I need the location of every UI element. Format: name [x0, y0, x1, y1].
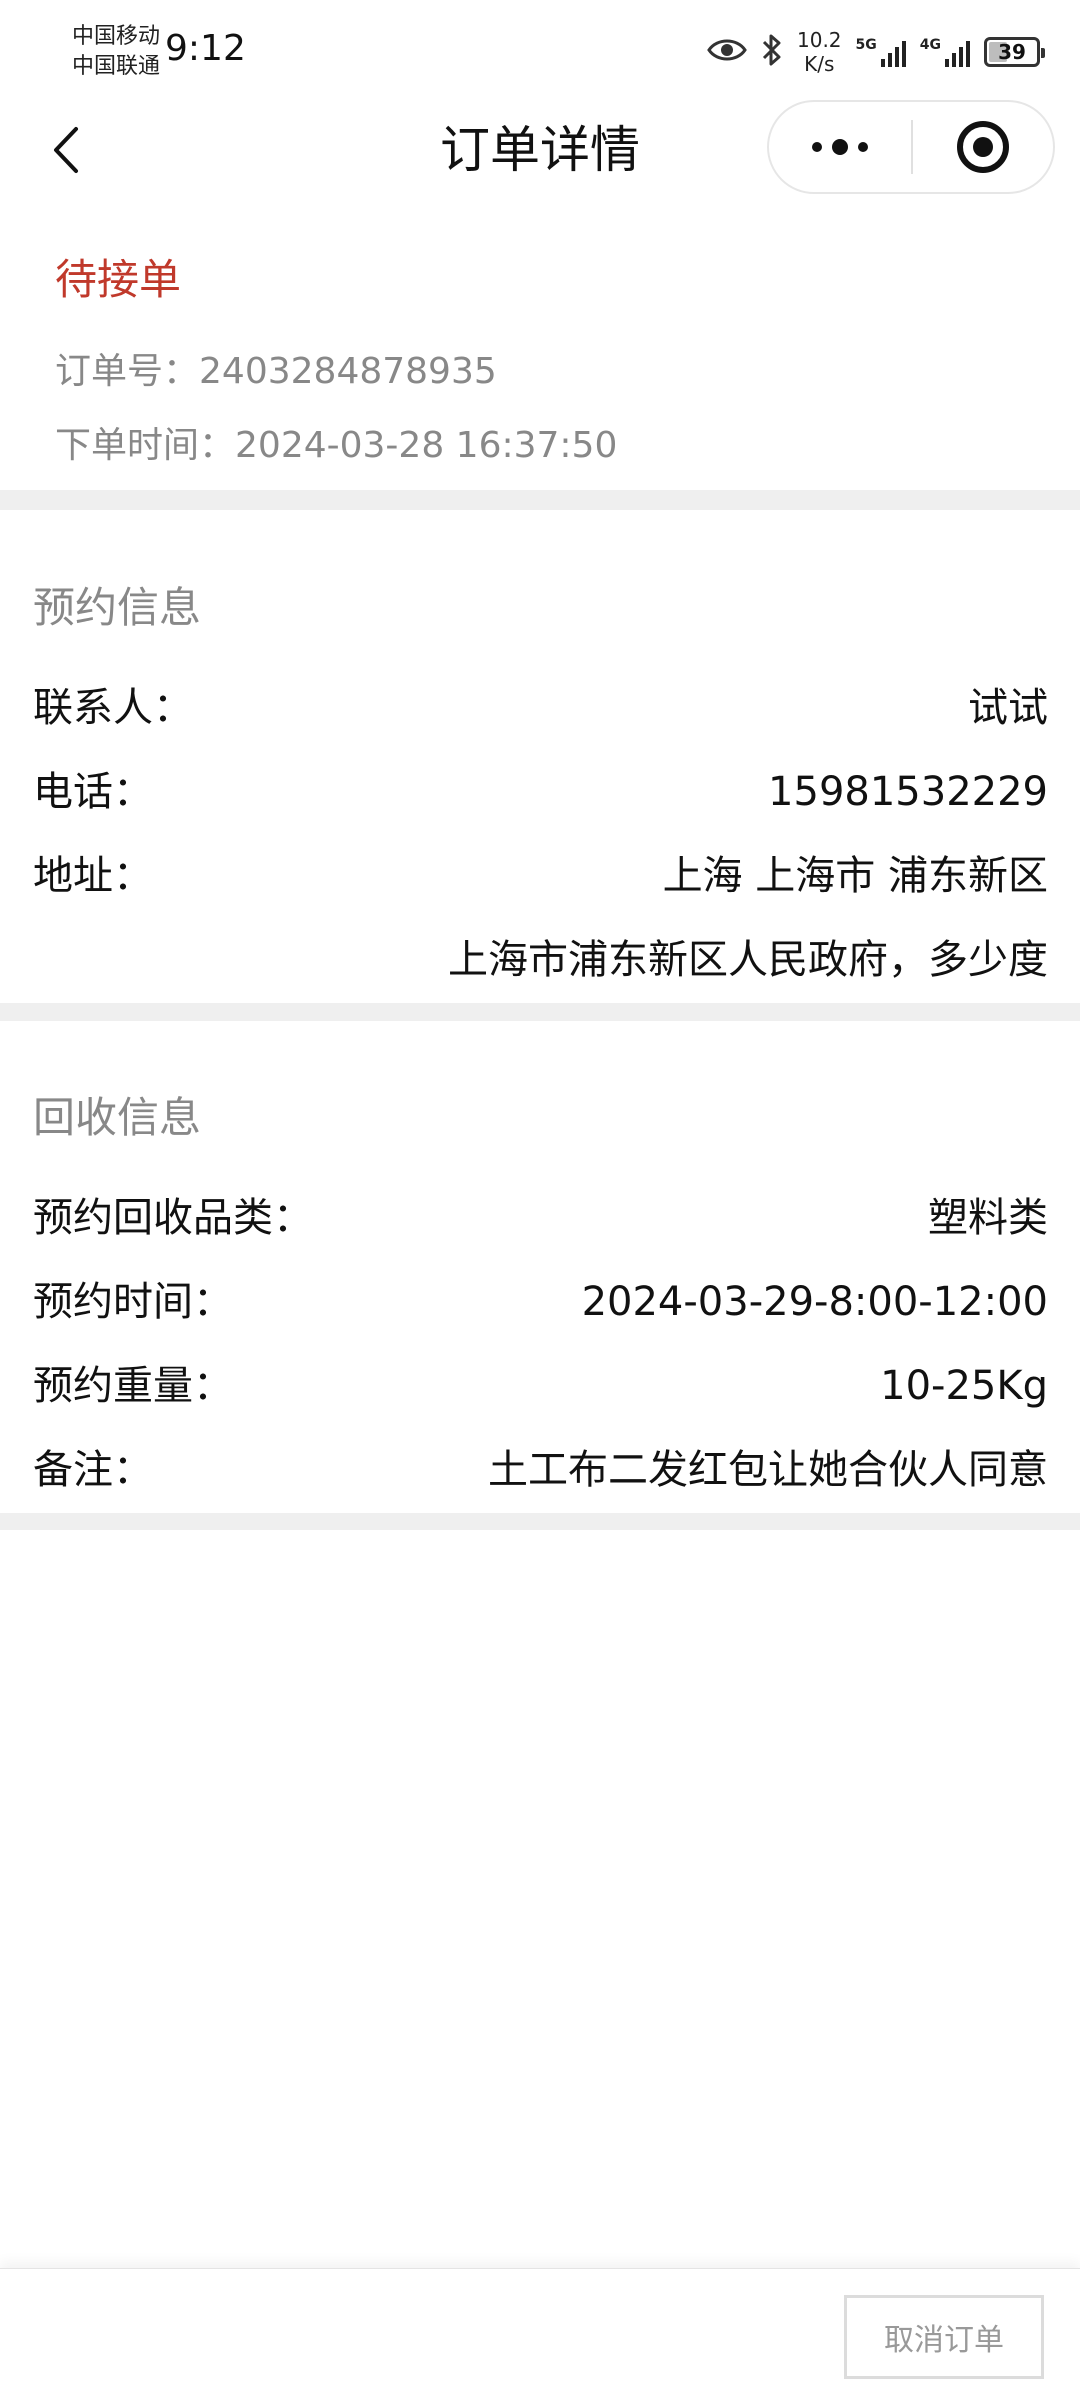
- appointment-time-value: 2024-03-29-8:00-12:00: [581, 1279, 1048, 1325]
- weight-label: 预约重量：: [33, 1363, 233, 1409]
- appointment-time-label: 预约时间：: [33, 1279, 233, 1325]
- address-label: 地址：: [33, 853, 153, 899]
- note-row: 备注： 土工布二发红包让她合伙人同意: [33, 1442, 1048, 1498]
- order-status: 待接单: [55, 255, 182, 304]
- order-time-label: 下单时间：: [55, 425, 236, 466]
- bluetooth-icon: [761, 33, 783, 71]
- signal-1: 5G: [856, 37, 906, 67]
- recycle-section-title: 回收信息: [33, 1093, 202, 1142]
- address-detail-row: 上海市浦东新区人民政府，多少度: [33, 932, 1048, 988]
- address-region: 上海 上海市 浦东新区: [662, 853, 1048, 899]
- eye-icon: [707, 36, 747, 68]
- signal-2-label: 4G: [919, 37, 941, 53]
- network-speed-unit: K/s: [804, 52, 835, 76]
- status-time: 9:12: [165, 28, 246, 69]
- order-number-label: 订单号：: [55, 351, 200, 392]
- section-divider: [0, 1513, 1080, 1530]
- signal-1-label: 5G: [855, 37, 877, 53]
- note-label: 备注：: [33, 1447, 153, 1493]
- contact-value: 试试: [968, 685, 1048, 731]
- order-number-value: 2403284878935: [199, 351, 497, 392]
- more-dot-icon: [832, 139, 848, 155]
- section-divider: [0, 1003, 1080, 1021]
- weight-row: 预约重量： 10-25Kg: [33, 1358, 1048, 1414]
- phone-row: 电话： 15981532229: [33, 764, 1048, 820]
- phone-value: 15981532229: [768, 769, 1048, 815]
- status-icons: 10.2 K/s 5G 4G 39: [707, 24, 1045, 80]
- order-detail-page: 中国移动 中国联通 9:12 10.2 K/s 5G 4G 39 订单详情 待接…: [0, 0, 1080, 2400]
- cancel-order-button[interactable]: 取消订单: [844, 2295, 1044, 2379]
- mini-program-capsule: [767, 100, 1055, 194]
- signal-bars-icon: [880, 37, 906, 67]
- category-label: 预约回收品类：: [33, 1195, 313, 1241]
- battery-icon: 39: [984, 37, 1045, 67]
- carrier-1: 中国移动: [72, 24, 161, 49]
- order-number: 订单号：2403284878935: [55, 342, 497, 394]
- status-bar: 中国移动 中国联通 9:12 10.2 K/s 5G 4G 39: [0, 0, 1080, 100]
- category-row: 预约回收品类： 塑料类: [33, 1190, 1048, 1246]
- appointment-time-row: 预约时间： 2024-03-29-8:00-12:00: [33, 1274, 1048, 1330]
- signal-bars-icon: [945, 37, 970, 67]
- category-value: 塑料类: [928, 1195, 1048, 1241]
- battery-text: 39: [998, 40, 1026, 64]
- appointment-section-title: 预约信息: [33, 583, 202, 632]
- section-divider: [0, 490, 1080, 510]
- note-value: 土工布二发红包让她合伙人同意: [488, 1447, 1048, 1493]
- bottom-action-bar: 取消订单: [0, 2268, 1080, 2400]
- address-detail: 上海市浦东新区人民政府，多少度: [448, 937, 1048, 983]
- more-dot-icon: [858, 142, 868, 152]
- more-button[interactable]: [769, 102, 911, 192]
- target-icon: [957, 121, 1009, 173]
- signal-2: 4G: [920, 37, 970, 67]
- contact-row: 联系人： 试试: [33, 680, 1048, 736]
- close-mini-program-button[interactable]: [913, 102, 1053, 192]
- order-time-value: 2024-03-28 16:37:50: [235, 425, 618, 466]
- network-speed-value: 10.2: [797, 28, 842, 52]
- weight-value: 10-25Kg: [880, 1363, 1048, 1409]
- contact-label: 联系人：: [33, 685, 193, 731]
- back-button[interactable]: [36, 120, 96, 180]
- address-row: 地址： 上海 上海市 浦东新区: [33, 848, 1048, 904]
- more-dot-icon: [812, 142, 822, 152]
- chevron-left-icon: [54, 127, 78, 173]
- phone-label: 电话：: [33, 769, 153, 815]
- navigation-bar: 订单详情: [0, 100, 1080, 200]
- carrier-info: 中国移动 中国联通: [72, 22, 160, 82]
- carrier-2: 中国联通: [72, 54, 161, 79]
- order-time: 下单时间：2024-03-28 16:37:50: [55, 416, 617, 468]
- network-speed: 10.2 K/s: [797, 28, 842, 76]
